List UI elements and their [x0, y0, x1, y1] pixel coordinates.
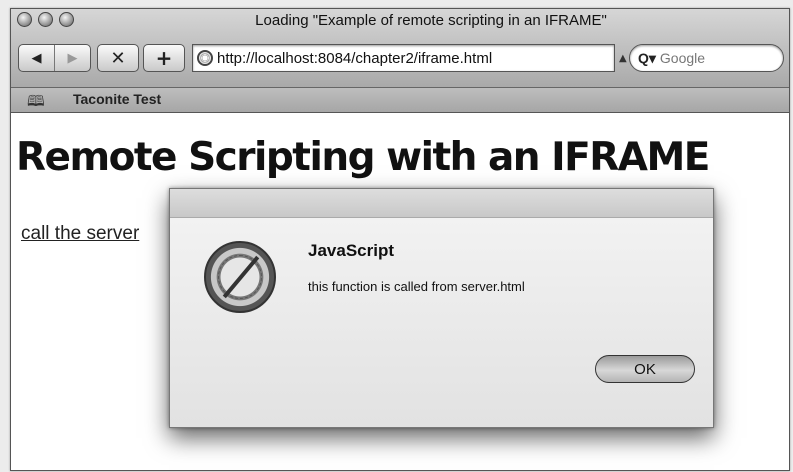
- window-controls: [17, 12, 74, 27]
- search-icon[interactable]: Q▾: [638, 50, 656, 67]
- stop-icon: ✕: [110, 47, 126, 69]
- javascript-alert-dialog: JavaScript this function is called from …: [169, 188, 714, 428]
- address-value: http://localhost:8084/chapter2/iframe.ht…: [217, 49, 493, 67]
- back-button[interactable]: ◀: [19, 45, 54, 71]
- page-content: Remote Scripting with an IFRAME call the…: [11, 113, 789, 470]
- address-bar[interactable]: http://localhost:8084/chapter2/iframe.ht…: [192, 44, 615, 72]
- safari-compass-icon: [204, 241, 276, 313]
- browser-window: Loading "Example of remote scripting in …: [10, 8, 790, 471]
- forward-arrow-icon: ▶: [67, 50, 78, 66]
- page-heading: Remote Scripting with an IFRAME: [16, 135, 710, 180]
- stop-button[interactable]: ✕: [97, 44, 139, 72]
- close-window-icon[interactable]: [17, 12, 32, 27]
- address-dropdown-icon[interactable]: ▲: [619, 53, 627, 64]
- window-title: Loading "Example of remote scripting in …: [255, 12, 607, 29]
- alert-message: this function is called from server.html: [308, 279, 525, 294]
- bookmarks-bar: 🕮 Taconite Test: [11, 88, 789, 113]
- add-bookmark-button[interactable]: +: [143, 44, 185, 72]
- search-field[interactable]: Q▾ Google: [629, 44, 784, 72]
- ok-button[interactable]: OK: [595, 355, 695, 383]
- window-toolbar: Loading "Example of remote scripting in …: [11, 9, 789, 88]
- call-server-link[interactable]: call the server: [21, 223, 139, 245]
- bookmark-item[interactable]: Taconite Test: [73, 91, 161, 107]
- zoom-window-icon[interactable]: [59, 12, 74, 27]
- plus-icon: +: [155, 46, 173, 70]
- forward-button[interactable]: ▶: [54, 45, 90, 71]
- dialog-header: [170, 189, 713, 218]
- back-arrow-icon: ◀: [31, 50, 42, 66]
- search-placeholder: Google: [659, 50, 706, 66]
- back-forward-buttons: ◀ ▶: [18, 44, 91, 72]
- globe-icon: [197, 50, 213, 66]
- alert-title: JavaScript: [308, 241, 394, 260]
- minimize-window-icon[interactable]: [38, 12, 53, 27]
